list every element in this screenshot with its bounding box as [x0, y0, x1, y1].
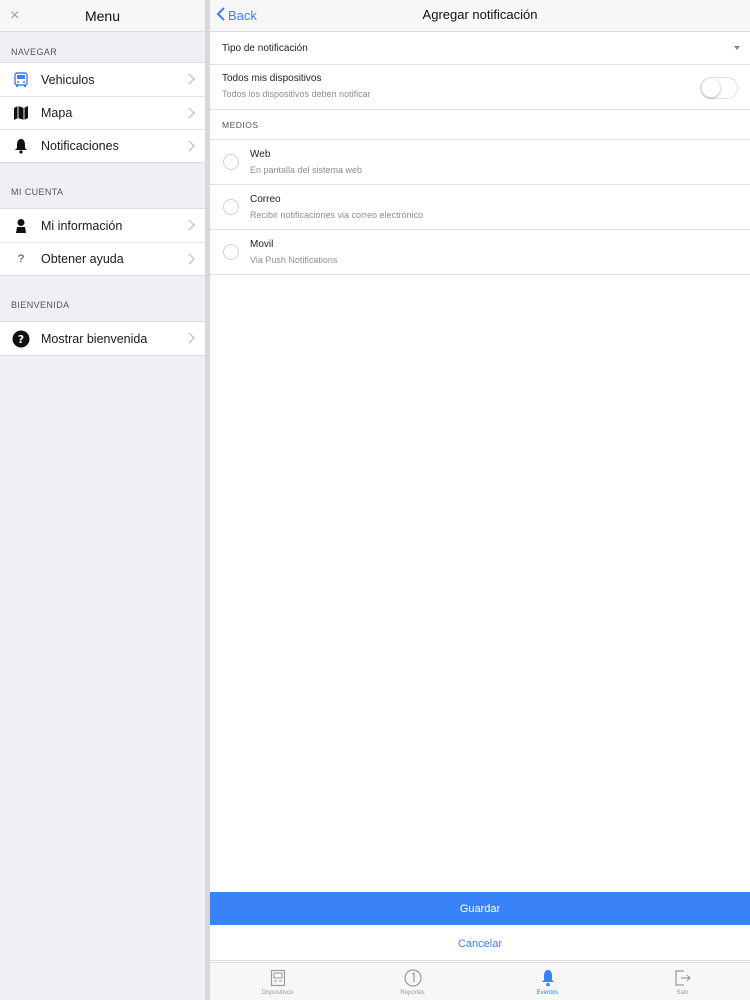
menu-item-label: Notificaciones — [41, 139, 119, 153]
tab-eventos[interactable]: Eventos — [480, 963, 615, 1000]
tab-label: Eventos — [536, 990, 559, 996]
main-panel: Back Agregar notificación Tipo de notifi… — [210, 0, 750, 1000]
menu-group-navegar: Vehiculos Mapa Notificaciones — [0, 62, 205, 163]
channel-title: Movil — [250, 239, 274, 250]
menu-item-notificaciones[interactable]: Notificaciones — [0, 129, 205, 162]
logout-icon — [673, 968, 693, 988]
menu-item-mostrar-bienvenida[interactable]: ? Mostrar bienvenida — [0, 322, 205, 355]
channel-subtitle: En pantalla del sistema web — [250, 165, 363, 175]
channel-option-movil[interactable]: Movil Via Push Notifications — [210, 230, 750, 275]
notification-type-select[interactable]: Tipo de notificación — [210, 32, 750, 65]
help-circle-icon: ? — [12, 330, 30, 348]
radio-button[interactable] — [223, 154, 239, 170]
map-icon — [12, 104, 30, 122]
channel-title: Correo — [250, 194, 281, 205]
menu-group-bienvenida: ? Mostrar bienvenida — [0, 321, 205, 356]
tab-reportes[interactable]: Reportes — [345, 963, 480, 1000]
section-label-mi-cuenta: MI CUENTA — [11, 186, 64, 197]
reports-icon — [403, 968, 423, 988]
menu-item-mapa[interactable]: Mapa — [0, 96, 205, 129]
all-devices-toggle[interactable] — [700, 77, 738, 99]
person-icon — [12, 217, 30, 235]
bell-icon — [12, 137, 30, 155]
all-devices-title: Todos mis dispositivos — [222, 73, 322, 84]
menu-item-label: Mi información — [41, 218, 123, 233]
cancel-button[interactable]: Cancelar — [210, 927, 750, 961]
menu-title: Menu — [84, 7, 121, 24]
navigation-bar: Back Agregar notificación — [210, 0, 750, 32]
channel-subtitle: Recibir notificaciones via correo electr… — [250, 210, 424, 220]
chevron-right-icon — [185, 217, 197, 233]
channel-title: Web — [250, 149, 271, 160]
tab-label: Reportes — [400, 990, 425, 996]
save-button[interactable]: Guardar — [210, 892, 750, 925]
tab-dispositivos[interactable]: Dispositivos — [210, 963, 345, 1000]
tab-salir[interactable]: Salir — [615, 963, 750, 1000]
toggle-knob — [702, 79, 720, 97]
menu-group-mi-cuenta: Mi información ? Obtener ayuda — [0, 208, 205, 276]
menu-header: × Menu — [0, 0, 205, 32]
channel-option-web[interactable]: Web En pantalla del sistema web — [210, 140, 750, 185]
menu-item-label: Mapa — [41, 106, 73, 120]
menu-item-vehiculos[interactable]: Vehiculos — [0, 63, 205, 96]
radio-button[interactable] — [223, 199, 239, 215]
close-icon[interactable]: × — [10, 6, 19, 26]
menu-item-mi-informacion[interactable]: Mi información — [0, 209, 205, 242]
notification-type-label: Tipo de notificación — [222, 42, 308, 54]
chevron-right-icon — [185, 251, 197, 267]
chevron-right-icon — [185, 71, 197, 87]
channel-subtitle: Via Push Notifications — [250, 255, 338, 265]
menu-item-label: Vehiculos — [41, 72, 95, 87]
menu-item-label: Obtener ayuda — [41, 252, 124, 266]
radio-button[interactable] — [223, 244, 239, 260]
menu-item-obtener-ayuda[interactable]: ? Obtener ayuda — [0, 242, 205, 275]
tab-label: Salir — [676, 990, 689, 996]
section-label-bienvenida: BIENVENIDA — [11, 299, 70, 310]
bell-icon — [538, 968, 558, 988]
all-devices-row: Todos mis dispositivos Todos los disposi… — [210, 65, 750, 110]
page-title: Agregar notificación — [422, 7, 538, 22]
bus-icon — [12, 71, 30, 89]
side-menu: × Menu NAVEGAR Vehiculos Mapa Notificaci… — [0, 0, 205, 1000]
svg-text:?: ? — [18, 333, 24, 346]
medios-section-label: MEDIOS — [210, 110, 750, 140]
chevron-right-icon — [185, 330, 197, 346]
tab-bar: Dispositivos Reportes Eventos Salir — [210, 962, 750, 1000]
tab-label: Dispositivos — [261, 990, 294, 996]
question-icon: ? — [17, 253, 25, 265]
chevron-right-icon — [185, 105, 197, 121]
menu-item-label: Mostrar bienvenida — [41, 331, 148, 346]
chevron-right-icon — [185, 138, 197, 154]
channel-option-correo[interactable]: Correo Recibir notificaciones via correo… — [210, 185, 750, 230]
dropdown-caret-icon — [734, 46, 740, 50]
section-label-navegar: NAVEGAR — [11, 47, 58, 57]
devices-icon — [268, 968, 288, 988]
all-devices-subtitle: Todos los dispositivos deben notificar — [222, 89, 371, 99]
